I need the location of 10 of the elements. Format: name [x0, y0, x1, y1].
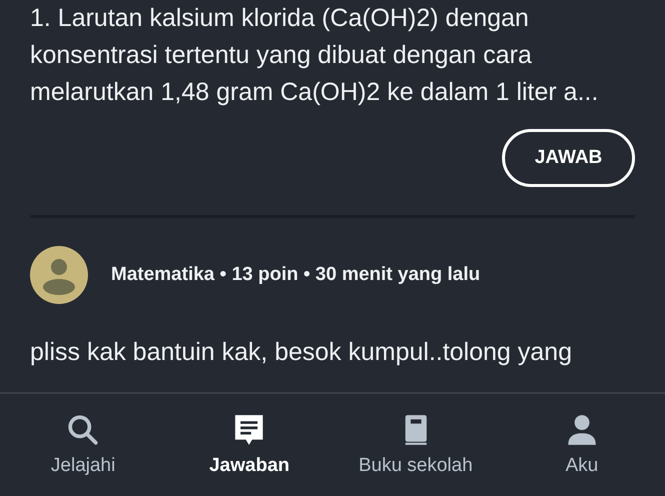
nav-tab[interactable]: Jelajahi	[0, 394, 166, 496]
question-text: 1. Larutan kalsium klorida (Ca(OH)2) dengan konsentrasi tertentu yang dibuat dengan cara melarutkan 1,48 gram Ca(OH)2 ke dalam 1 liter a...	[30, 3, 600, 108]
search-icon	[66, 413, 100, 447]
post-meta: Matematika • 13 poin • 30 menit yang lalu	[111, 264, 480, 286]
nav-tab[interactable]: Buku sekolah	[332, 394, 499, 496]
post-text: pliss kak bantuin kak, besok kumpul..tolong yang	[30, 337, 573, 368]
answer-button[interactable]: JAWAB	[502, 129, 635, 187]
avatar-icon	[30, 246, 88, 304]
nav-tab[interactable]: Aku	[498, 394, 665, 496]
nav-tab[interactable]: Jawaban	[166, 394, 332, 496]
